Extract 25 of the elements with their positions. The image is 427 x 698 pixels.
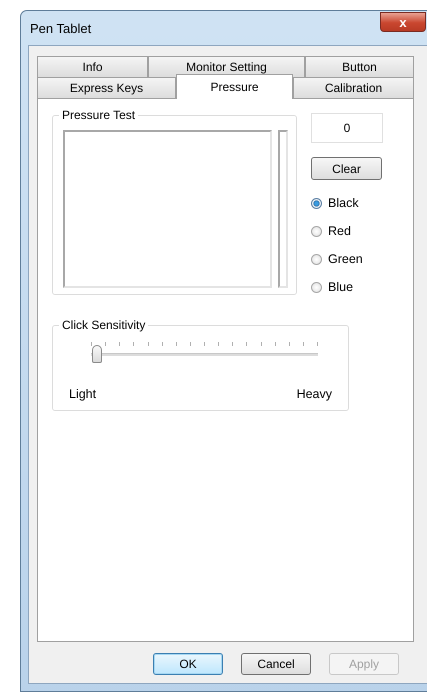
tab[interactable]: Button [305, 56, 414, 77]
radio-button[interactable] [311, 226, 322, 236]
min-label: Light [69, 387, 96, 401]
max-label: Heavy [296, 387, 332, 401]
dialog-button[interactable]: OK [153, 653, 223, 675]
pressure-value-field: 0 [311, 113, 383, 143]
drawing-area[interactable] [63, 130, 272, 288]
group-title: Click Sensitivity [59, 318, 148, 332]
group-title: Pressure Test [59, 108, 138, 122]
radio-button[interactable] [311, 282, 322, 292]
dialog-button[interactable]: Cancel [241, 653, 311, 675]
slider-thumb[interactable] [92, 345, 102, 363]
close-button[interactable]: x [380, 12, 426, 32]
radio-label[interactable]: Green [328, 252, 363, 266]
window-title: Pen Tablet [30, 20, 92, 36]
tab[interactable]: Info [37, 56, 148, 77]
tab[interactable]: Express Keys [37, 77, 176, 98]
clear-button[interactable]: Clear [311, 157, 382, 180]
tab[interactable]: Pressure [176, 74, 293, 99]
radio-label[interactable]: Black [328, 196, 359, 210]
radio-label[interactable]: Red [328, 224, 351, 238]
tab[interactable]: Calibration [293, 77, 414, 98]
radio-label[interactable]: Blue [328, 280, 354, 294]
radio-button[interactable] [311, 198, 322, 208]
radio-button[interactable] [311, 254, 322, 264]
